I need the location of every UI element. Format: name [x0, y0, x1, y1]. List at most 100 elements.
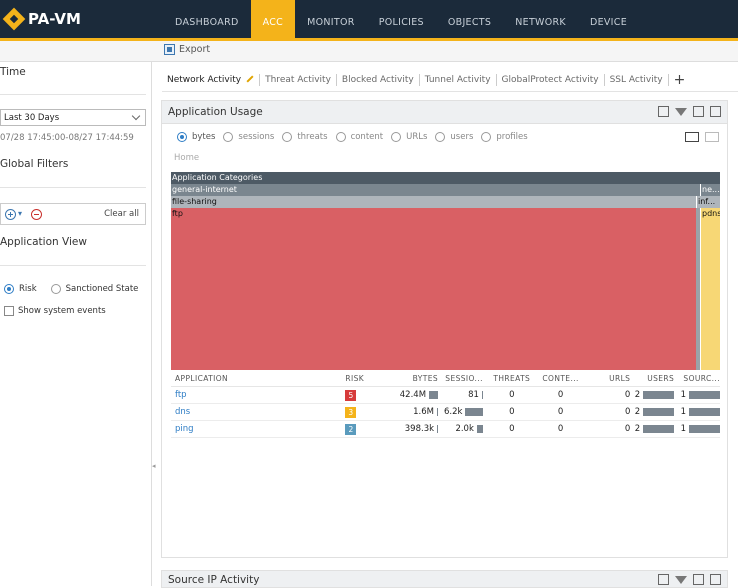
table-header: APPLICATION RISK BYTES SESSIO... THREATS…	[171, 373, 720, 387]
treemap-category-ne[interactable]: ne...	[701, 184, 720, 196]
sessions-value: 81	[468, 390, 479, 400]
col-content[interactable]: CONTE...	[541, 374, 581, 383]
sanctioned-state-radio[interactable]	[50, 284, 61, 294]
treemap-app-ftp[interactable]: ftp	[171, 208, 696, 370]
risk-badge: 5	[345, 389, 357, 401]
application-view-options: Risk Sanctioned State	[4, 284, 138, 294]
treemap-view-icon[interactable]	[685, 132, 699, 142]
nav-tab-dashboard[interactable]: DASHBOARD	[163, 0, 251, 38]
nav-tab-policies[interactable]: POLICIES	[367, 0, 436, 38]
clear-all-button[interactable]: Clear all	[104, 209, 139, 219]
tab-blocked-activity[interactable]: Blocked Activity	[337, 74, 420, 86]
export-icon	[164, 44, 175, 55]
application-link[interactable]: dns	[175, 407, 190, 417]
main-nav: DASHBOARD ACC MONITOR POLICIES OBJECTS N…	[163, 0, 639, 38]
users-value: 2	[634, 407, 641, 417]
remove-filter-icon[interactable]	[31, 209, 42, 220]
logo-icon	[2, 7, 26, 31]
export-button[interactable]: Export	[164, 44, 210, 55]
metric-sessions[interactable]: sessions	[223, 132, 274, 142]
col-urls[interactable]: URLS	[581, 374, 631, 383]
sessions-value: 2.0k	[455, 424, 474, 434]
chevron-down-icon[interactable]: ▾	[18, 209, 22, 218]
metric-users-radio	[435, 132, 446, 142]
col-threats[interactable]: THREATS	[483, 374, 541, 383]
risk-radio-label: Risk	[19, 284, 37, 294]
metric-threats-radio	[282, 132, 293, 142]
treemap-root[interactable]: Application Categories	[171, 172, 720, 184]
col-sessions[interactable]: SESSIO...	[438, 374, 483, 383]
application-link[interactable]: ftp	[175, 390, 187, 400]
time-range-select[interactable]: Last 30 Days	[0, 109, 146, 126]
divider	[0, 187, 146, 188]
col-sources[interactable]: SOURC...	[674, 374, 720, 383]
tab-threat-activity[interactable]: Threat Activity	[260, 74, 337, 86]
treemap-app-small[interactable]	[696, 208, 700, 370]
col-risk[interactable]: RISK	[345, 374, 390, 383]
add-filter-icon[interactable]	[5, 209, 16, 220]
table-row[interactable]: ping 2 398.3k 2.0k 0 0 0 2 1	[171, 421, 721, 438]
col-users[interactable]: USERS	[630, 374, 674, 383]
tab-strip-divider	[162, 91, 738, 92]
urls-value: 0	[624, 407, 631, 417]
threats-value: 0	[509, 407, 515, 417]
time-heading: Time	[0, 66, 26, 78]
chart-view-icon[interactable]	[705, 132, 719, 142]
tab-network-activity[interactable]: Network Activity	[162, 74, 261, 86]
treemap-category-general-internet[interactable]: general-internet	[171, 184, 700, 196]
filter-icon[interactable]	[675, 108, 687, 116]
col-bytes[interactable]: BYTES	[390, 374, 438, 383]
sanctioned-state-radio-label: Sanctioned State	[65, 284, 139, 294]
table-row[interactable]: ftp 5 42.4M 81 0 0 0 2 1	[171, 387, 721, 404]
content-value: 0	[557, 407, 564, 417]
tab-ssl-activity[interactable]: SSL Activity	[605, 74, 669, 86]
nav-tab-network[interactable]: NETWORK	[503, 0, 578, 38]
metric-threats[interactable]: threats	[282, 132, 328, 142]
sources-bar	[689, 391, 721, 399]
breadcrumb-home[interactable]: Home	[174, 153, 199, 163]
nav-tab-monitor[interactable]: MONITOR	[295, 0, 367, 38]
metric-bytes[interactable]: bytes	[177, 132, 215, 142]
export-widget-icon[interactable]	[710, 106, 721, 117]
metric-selector: bytes sessions threats content URLs user…	[177, 132, 536, 142]
treemap-subcategory-file-sharing[interactable]: file-sharing	[171, 196, 696, 208]
logo: PA-VM	[2, 7, 81, 31]
widget-header-actions	[658, 106, 721, 117]
bytes-value: 42.4M	[399, 390, 427, 400]
maximize-icon[interactable]	[658, 106, 669, 117]
users-bar	[643, 391, 675, 399]
metric-content[interactable]: content	[335, 132, 383, 142]
add-tab-icon[interactable]: +	[674, 73, 686, 87]
export-label: Export	[179, 44, 211, 55]
nav-tab-acc[interactable]: ACC	[250, 0, 296, 38]
treemap-subcategory-inf[interactable]: inf...	[697, 196, 720, 208]
metric-urls[interactable]: URLs	[391, 132, 427, 142]
sources-bar	[689, 425, 721, 433]
risk-radio[interactable]	[4, 284, 14, 294]
treemap-app-pdns[interactable]: pdns	[701, 208, 720, 370]
tab-globalprotect-activity[interactable]: GlobalProtect Activity	[497, 74, 605, 86]
bytes-value: 398.3k	[404, 424, 435, 434]
nav-tab-objects[interactable]: OBJECTS	[436, 0, 503, 38]
nav-tab-device[interactable]: DEVICE	[578, 0, 639, 38]
urls-value: 0	[624, 390, 631, 400]
filter-icon[interactable]	[675, 576, 687, 584]
maximize-icon[interactable]	[658, 574, 669, 585]
collapse-sidebar-icon[interactable]: ◂	[152, 462, 156, 470]
bytes-value: 1.6M	[413, 407, 434, 417]
users-bar	[643, 408, 675, 416]
export-widget-icon[interactable]	[710, 574, 721, 585]
table-row[interactable]: dns 3 1.6M 6.2k 0 0 0 2 1	[171, 404, 720, 421]
table-view-icon[interactable]	[693, 574, 704, 585]
users-value: 2	[634, 424, 641, 434]
threats-value: 0	[509, 390, 515, 400]
metric-profiles[interactable]: profiles	[481, 132, 528, 142]
application-link[interactable]: ping	[175, 424, 194, 434]
show-system-events-checkbox[interactable]	[4, 306, 14, 316]
table-body: ftp 5 42.4M 81 0 0 0 2 1 dns 3 1.6M 6.2k 0 0 0 2 1 ping 2 39…	[171, 387, 721, 438]
col-application[interactable]: APPLICATION	[171, 374, 345, 383]
table-view-icon[interactable]	[693, 106, 704, 117]
metric-users[interactable]: users	[435, 132, 473, 142]
tab-tunnel-activity[interactable]: Tunnel Activity	[420, 74, 497, 86]
pencil-icon[interactable]	[246, 74, 254, 83]
